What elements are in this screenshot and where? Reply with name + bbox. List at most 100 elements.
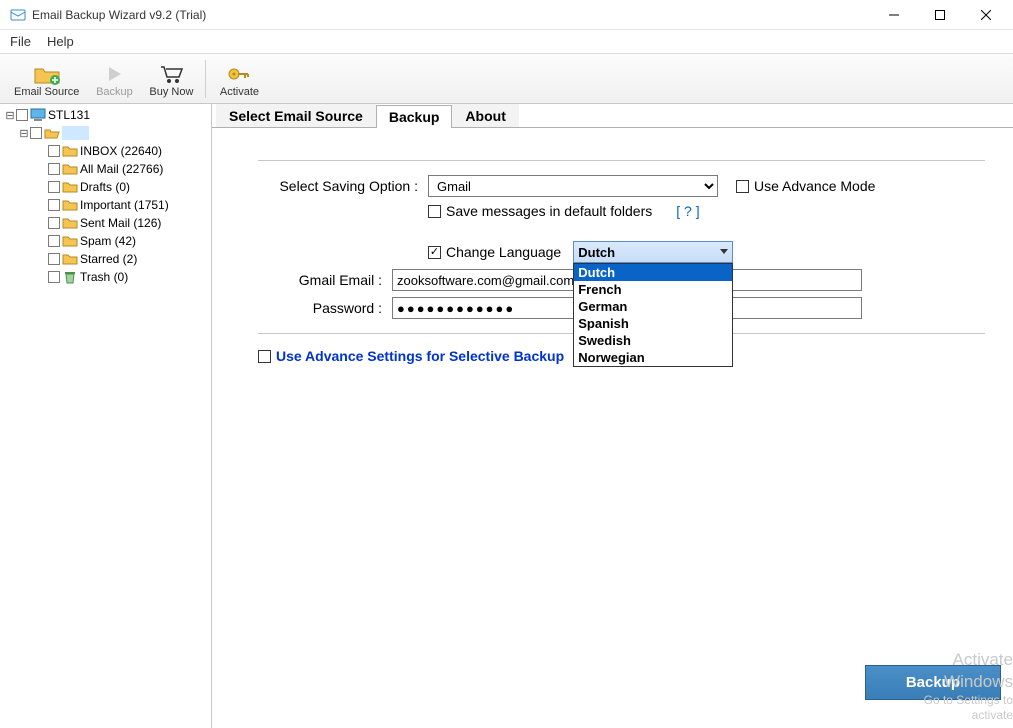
checkbox-box [736,180,749,193]
folder-add-icon [33,62,61,86]
change-language-label: Change Language [446,244,561,260]
language-option[interactable]: German [574,298,732,315]
tool-buy-now[interactable]: Buy Now [143,56,199,100]
trash-icon [62,270,78,284]
tree-folder[interactable]: Trash (0) [4,268,207,286]
toolbar-separator [205,60,206,98]
advance-settings-label: Use Advance Settings for Selective Backu… [276,348,564,364]
tool-activate[interactable]: Activate [212,56,266,100]
language-selected: Dutch [578,245,615,260]
tree-account[interactable]: ⊟ [4,124,207,142]
close-button[interactable] [963,0,1009,30]
tree-root[interactable]: ⊟ STL131 [4,106,207,124]
play-icon [104,62,124,86]
tree-folder[interactable]: Starred (2) [4,250,207,268]
language-select[interactable]: Dutch [573,241,733,263]
backup-panel: Select Saving Option : Gmail Use Advance… [212,128,1013,728]
folder-icon [62,252,78,266]
tool-email-source[interactable]: Email Source [8,56,85,100]
tabs: Select Email Source Backup About [212,104,1013,128]
folder-open-icon [44,126,60,140]
tool-backup[interactable]: Backup [87,56,141,100]
tree-folder[interactable]: Important (1751) [4,196,207,214]
folder-icon [62,162,78,176]
collapse-icon[interactable]: ⊟ [4,109,16,122]
language-option[interactable]: Dutch [574,264,732,281]
content-area: Select Email Source Backup About Select … [212,104,1013,728]
window-title: Email Backup Wizard v9.2 (Trial) [32,8,871,22]
checkbox[interactable] [30,127,42,139]
main-split: ⊟ STL131 ⊟ INBOX (22640) All Mail (22766)… [0,104,1013,728]
language-option[interactable]: Norwegian [574,349,732,366]
checkbox-box [428,205,441,218]
computer-icon [30,108,46,122]
save-default-checkbox[interactable]: Save messages in default folders [428,203,652,219]
checkbox[interactable] [16,109,28,121]
tree-account-label [62,126,89,140]
key-icon [226,62,252,86]
checkbox[interactable] [48,271,60,283]
save-default-label: Save messages in default folders [446,203,652,219]
change-language-checkbox[interactable]: ✓ Change Language [428,244,561,260]
tree-folder[interactable]: All Mail (22766) [4,160,207,178]
tree-folder-label: INBOX (22640) [80,144,162,158]
advance-mode-checkbox[interactable]: Use Advance Mode [736,178,875,194]
menu-file[interactable]: File [10,34,31,49]
chevron-down-icon [720,249,728,255]
tool-buy-now-label: Buy Now [149,86,193,98]
advance-mode-label: Use Advance Mode [754,178,875,194]
checkbox[interactable] [48,181,60,193]
folder-icon [62,180,78,194]
checkbox[interactable] [48,235,60,247]
language-option[interactable]: French [574,281,732,298]
tree-folder-label: Starred (2) [80,252,137,266]
tree-folder[interactable]: Drafts (0) [4,178,207,196]
saving-option-label: Select Saving Option : [258,178,418,194]
menu-help[interactable]: Help [47,34,74,49]
tree-folder-label: Trash (0) [80,270,128,284]
help-link[interactable]: [ ? ] [676,203,699,219]
checkbox[interactable] [48,145,60,157]
checkbox[interactable] [48,253,60,265]
folder-icon [62,234,78,248]
language-option[interactable]: Spanish [574,315,732,332]
checkbox-box [258,350,271,363]
advance-settings-checkbox[interactable]: Use Advance Settings for Selective Backu… [258,348,564,364]
checkbox[interactable] [48,163,60,175]
folder-icon [62,144,78,158]
tree-folder[interactable]: Sent Mail (126) [4,214,207,232]
folder-icon [62,216,78,230]
language-dropdown-list: DutchFrenchGermanSpanishSwedishNorwegian [573,263,733,367]
tree-folder-label: All Mail (22766) [80,162,163,176]
saving-option-select[interactable]: Gmail [428,175,718,197]
tool-email-source-label: Email Source [14,86,79,98]
cart-icon [158,62,184,86]
checkbox[interactable] [48,199,60,211]
maximize-button[interactable] [917,0,963,30]
language-option[interactable]: Swedish [574,332,732,349]
password-label: Password : [258,300,382,316]
titlebar: Email Backup Wizard v9.2 (Trial) [0,0,1013,30]
tool-backup-label: Backup [96,86,133,98]
minimize-button[interactable] [871,0,917,30]
tab-about[interactable]: About [452,104,518,127]
tool-activate-label: Activate [220,86,259,98]
tab-select-email-source[interactable]: Select Email Source [216,104,376,127]
tree-folder[interactable]: INBOX (22640) [4,142,207,160]
menubar: File Help [0,30,1013,54]
tab-backup[interactable]: Backup [376,105,453,128]
tree-folder-label: Drafts (0) [80,180,130,194]
checkbox-box: ✓ [428,246,441,259]
tree-folder-label: Important (1751) [80,198,169,212]
sidebar: ⊟ STL131 ⊟ INBOX (22640) All Mail (22766)… [0,104,212,728]
backup-button[interactable]: Backup [865,665,1001,700]
folder-icon [62,198,78,212]
divider [258,160,985,161]
tree-folder[interactable]: Spam (42) [4,232,207,250]
toolbar: Email Source Backup Buy Now Activate [0,54,1013,104]
footer: Backup [865,665,1001,700]
email-label: Gmail Email : [258,272,382,288]
tree-folder-label: Spam (42) [80,234,136,248]
collapse-icon[interactable]: ⊟ [18,127,30,140]
checkbox[interactable] [48,217,60,229]
